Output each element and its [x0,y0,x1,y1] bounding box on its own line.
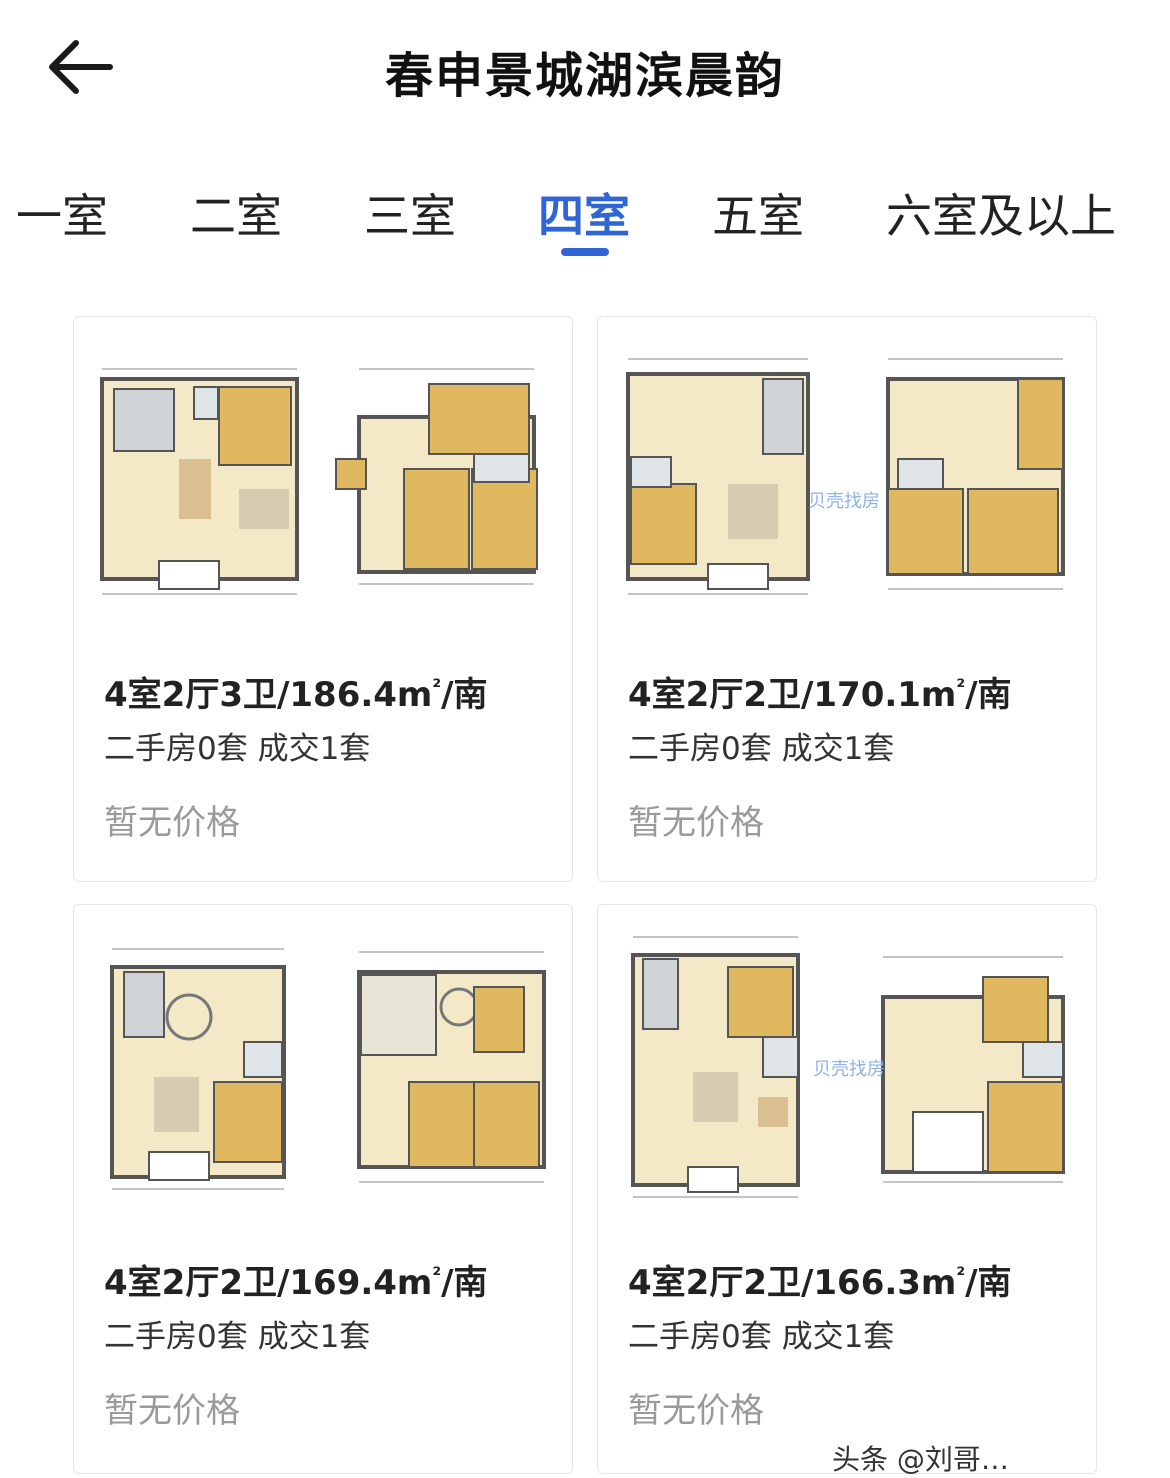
floorplan-image[interactable] [74,927,572,1207]
floorplan-level-2 [881,956,1065,1183]
active-tab-indicator [561,248,609,256]
tab-four-room[interactable]: 四室 [538,180,630,246]
page-title: 春申景城湖滨晨韵 [384,48,785,104]
floorplan-level-2 [357,951,546,1183]
room-count-tabs: 一室 二室 三室 四室 五室 六室及以上 [0,180,1170,270]
floorplan-level-1 [626,358,810,595]
floorplan-image[interactable] [74,339,572,619]
watermark-text: 贝壳找房 [808,491,880,512]
price-label: 暂无价格 [628,1391,764,1431]
floorplan-level-1 [110,948,286,1190]
price-label: 暂无价格 [104,1391,240,1431]
listing-stats: 二手房0套 成交1套 [104,731,371,767]
tab-one-room[interactable]: 一室 [16,180,108,246]
floorplan-level-2 [335,368,538,585]
listing-stats: 二手房0套 成交1套 [628,1319,895,1355]
floorplan-image[interactable]: 贝壳找房 [598,339,1096,619]
floorplan-level-2 [886,358,1065,590]
floorplan-card[interactable]: 4室2厅2卫/169.4m²/南 二手房0套 成交1套 暂无价格 [73,904,573,1474]
layout-summary: 4室2厅2卫/166.3m²/南 [628,1262,1012,1303]
floorplan-image[interactable]: 贝壳找房 [598,927,1096,1207]
floorplan-card[interactable]: 贝壳找房 4室2厅2卫/170.1m²/南 二手房0套 成交1套 暂无价格 [597,316,1097,882]
floorplan-card[interactable]: 4室2厅3卫/186.4m²/南 二手房0套 成交1套 暂无价格 [73,316,573,882]
price-label: 暂无价格 [104,803,240,843]
app-header: 春申景城湖滨晨韵 [0,0,1170,140]
tab-six-plus-room[interactable]: 六室及以上 [886,180,1116,246]
price-label: 暂无价格 [628,803,764,843]
layout-summary: 4室2厅3卫/186.4m²/南 [104,674,488,715]
listing-stats: 二手房0套 成交1套 [628,731,895,767]
floorplan-level-1 [100,368,299,595]
layout-summary: 4室2厅2卫/170.1m²/南 [628,674,1012,715]
tab-two-room[interactable]: 二室 [190,180,282,246]
floorplan-level-1 [631,936,800,1198]
footer-watermark: 头条 @刘哥… [832,1443,1009,1476]
listing-stats: 二手房0套 成交1套 [104,1319,371,1355]
tab-three-room[interactable]: 三室 [364,180,456,246]
watermark-text: 贝壳找房 [813,1059,885,1080]
tab-five-room[interactable]: 五室 [712,180,804,246]
floorplan-card[interactable]: 贝壳找房 4室2厅2卫/166.3m²/南 二手房0套 成交1套 暂无价格 [597,904,1097,1474]
layout-summary: 4室2厅2卫/169.4m²/南 [104,1262,488,1303]
